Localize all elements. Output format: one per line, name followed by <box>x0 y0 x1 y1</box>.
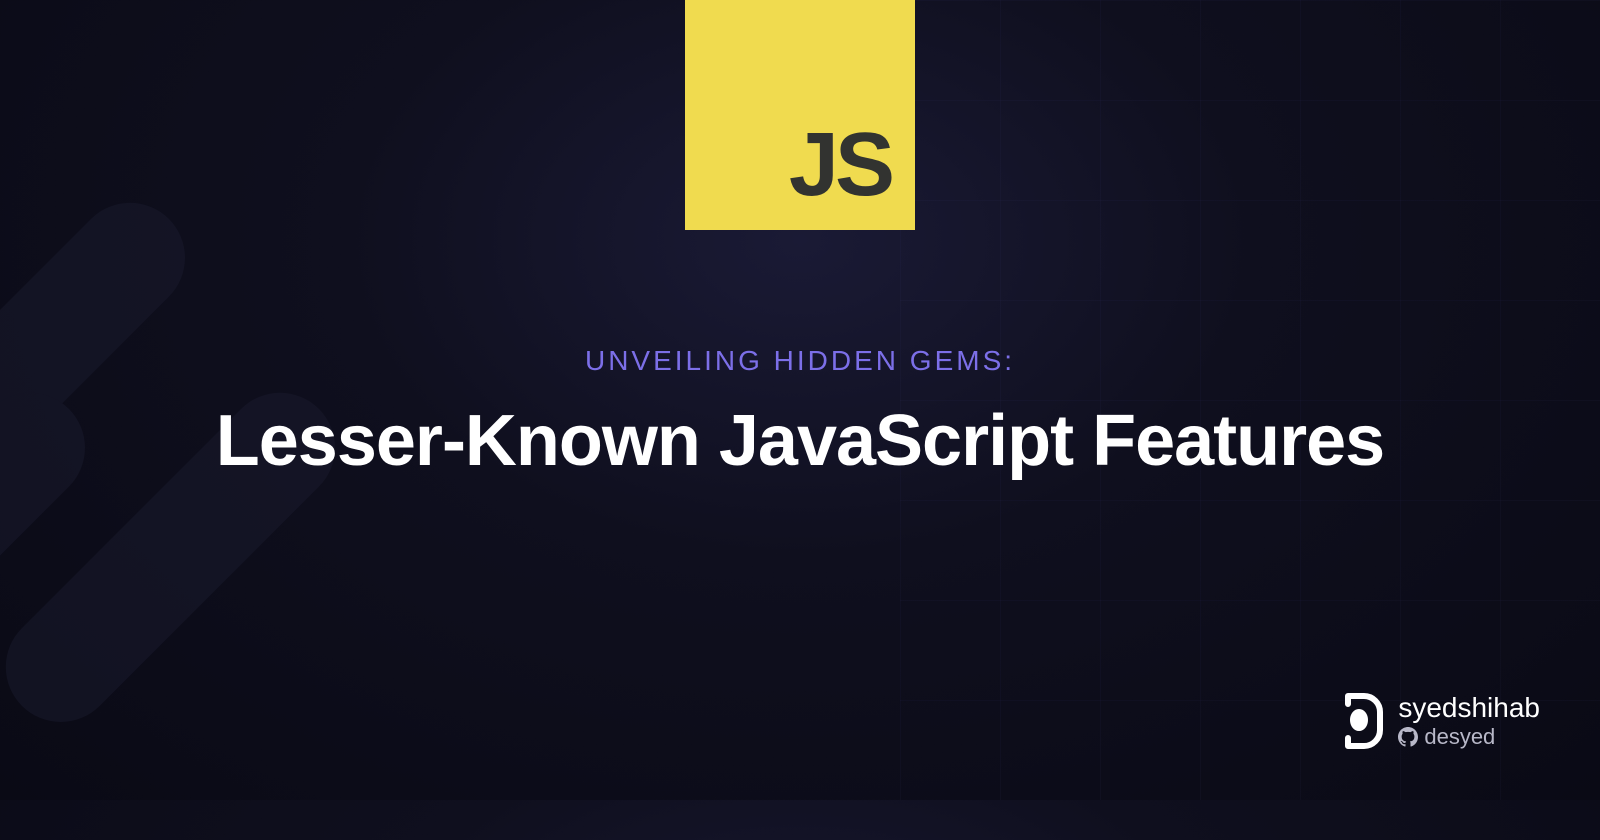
author-handle-row: desyed <box>1398 725 1540 749</box>
author-handle: desyed <box>1424 725 1495 749</box>
github-icon <box>1398 727 1418 747</box>
author-name-last: shihab <box>1457 692 1540 723</box>
author-signature: syedshihab desyed <box>1334 692 1540 750</box>
js-badge: JS <box>685 0 915 230</box>
js-badge-label: JS <box>789 120 891 210</box>
page-title: Lesser-Known JavaScript Features <box>0 400 1600 482</box>
author-handle-prefix: de <box>1424 724 1448 749</box>
author-logo-icon <box>1334 692 1384 750</box>
author-name-first: syed <box>1398 692 1457 723</box>
subtitle: UNVEILING HIDDEN GEMS: <box>0 345 1600 377</box>
author-handle-suffix: syed <box>1449 724 1495 749</box>
author-name: syedshihab <box>1398 693 1540 724</box>
author-text: syedshihab desyed <box>1398 693 1540 750</box>
decorative-bars <box>0 140 510 840</box>
